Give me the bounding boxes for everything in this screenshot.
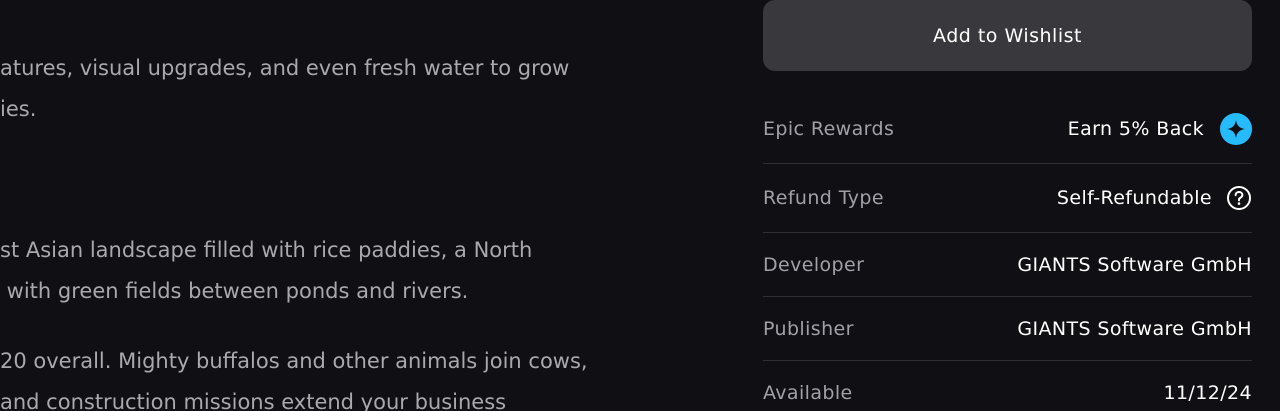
- add-to-wishlist-button[interactable]: Add to Wishlist: [763, 0, 1252, 71]
- purchase-sidebar: Add to Wishlist Epic Rewards Earn 5% Bac…: [763, 0, 1252, 411]
- epic-rewards-row: Epic Rewards Earn 5% Back: [763, 95, 1252, 164]
- epic-rewards-star-icon: [1220, 113, 1252, 145]
- developer-value: GIANTS Software GmbH: [1017, 253, 1252, 276]
- epic-rewards-label: Epic Rewards: [763, 118, 895, 140]
- refund-type-value-group: Self-Refundable: [1057, 185, 1252, 211]
- available-row: Available 11/12/24: [763, 361, 1252, 411]
- refund-type-label: Refund Type: [763, 187, 884, 209]
- description-line: st Asian landscape filled with rice padd…: [0, 238, 533, 262]
- game-description: atures, visual upgrades, and even fresh …: [0, 0, 700, 411]
- available-value: 11/12/24: [1163, 381, 1252, 404]
- description-line: atures, visual upgrades, and even fresh …: [0, 56, 570, 80]
- description-line: with green fields between ponds and rive…: [0, 279, 469, 303]
- refund-type-row: Refund Type Self-Refundable: [763, 164, 1252, 233]
- publisher-label: Publisher: [763, 317, 854, 340]
- developer-row: Developer GIANTS Software GmbH: [763, 233, 1252, 297]
- publisher-row: Publisher GIANTS Software GmbH: [763, 297, 1252, 361]
- refund-type-value: Self-Refundable: [1056, 187, 1212, 209]
- help-circle-icon[interactable]: [1226, 185, 1252, 211]
- available-label: Available: [763, 381, 853, 404]
- epic-rewards-value-group: Earn 5% Back: [1068, 113, 1252, 145]
- developer-label: Developer: [763, 253, 865, 276]
- description-line: ies.: [0, 97, 37, 121]
- store-page: atures, visual upgrades, and even fresh …: [0, 0, 1280, 411]
- description-line: 20 overall. Mighty buffalos and other an…: [0, 349, 588, 373]
- description-line: and construction missions extend your bu…: [0, 390, 507, 411]
- epic-rewards-value: Earn 5% Back: [1067, 118, 1204, 140]
- publisher-value: GIANTS Software GmbH: [1017, 317, 1252, 340]
